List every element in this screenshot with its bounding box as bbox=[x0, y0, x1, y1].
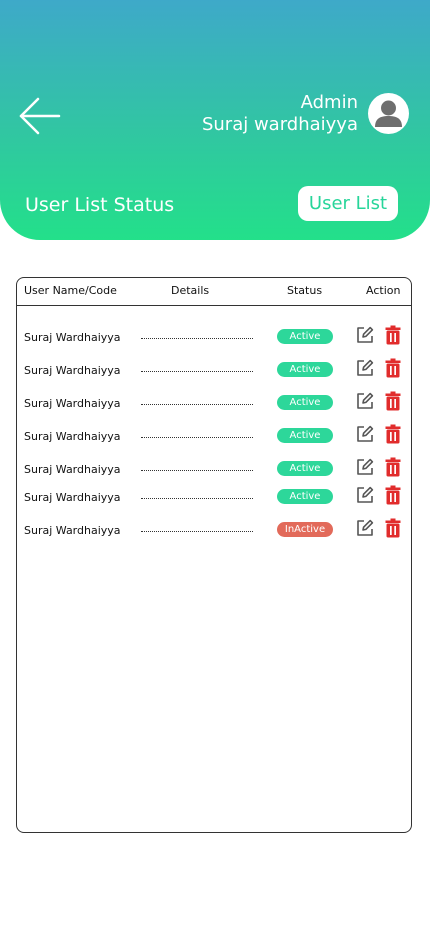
table-row: Suraj Wardhaiyya Active bbox=[17, 424, 411, 448]
user-name: Suraj Wardhaiyya bbox=[24, 331, 121, 344]
table-row: Suraj Wardhaiyya Active bbox=[17, 485, 411, 509]
status-badge: Active bbox=[277, 362, 333, 377]
details-placeholder bbox=[141, 498, 253, 499]
table-row: Suraj Wardhaiyya Active bbox=[17, 358, 411, 382]
edit-button[interactable] bbox=[355, 325, 375, 345]
delete-button[interactable] bbox=[385, 518, 401, 538]
header: Admin Suraj wardhaiyya User List Status … bbox=[0, 0, 430, 240]
page-title: User List Status bbox=[25, 194, 175, 216]
edit-pencil-icon bbox=[357, 392, 374, 409]
edit-pencil-icon bbox=[357, 425, 374, 442]
column-header-details: Details bbox=[171, 284, 210, 297]
edit-pencil-icon bbox=[357, 359, 374, 376]
column-header-action: Action bbox=[366, 284, 401, 297]
edit-button[interactable] bbox=[355, 424, 375, 444]
delete-button[interactable] bbox=[385, 325, 401, 345]
column-header-status: Status bbox=[287, 284, 323, 297]
status-badge: Active bbox=[277, 395, 333, 410]
user-name: Suraj Wardhaiyya bbox=[24, 463, 121, 476]
admin-info: Admin Suraj wardhaiyya bbox=[202, 92, 358, 136]
user-name: Suraj Wardhaiyya bbox=[24, 397, 121, 410]
status-badge: InActive bbox=[277, 522, 333, 537]
edit-button[interactable] bbox=[355, 391, 375, 411]
table-header: User Name/Code Details Status Action bbox=[17, 278, 411, 306]
details-placeholder bbox=[141, 470, 253, 471]
edit-pencil-icon bbox=[357, 458, 374, 475]
trash-icon bbox=[385, 424, 401, 444]
back-button[interactable] bbox=[18, 96, 62, 136]
edit-button[interactable] bbox=[355, 457, 375, 477]
table-row: Suraj Wardhaiyya InActive bbox=[17, 518, 411, 542]
table-row: Suraj Wardhaiyya Active bbox=[17, 391, 411, 415]
status-badge: Active bbox=[277, 329, 333, 344]
column-header-name: User Name/Code bbox=[24, 284, 117, 297]
details-placeholder bbox=[141, 437, 253, 438]
details-placeholder bbox=[141, 338, 253, 339]
status-badge: Active bbox=[277, 489, 333, 504]
edit-button[interactable] bbox=[355, 358, 375, 378]
status-badge: Active bbox=[277, 428, 333, 443]
status-badge: Active bbox=[277, 461, 333, 476]
user-avatar-icon bbox=[375, 100, 402, 127]
admin-role: Admin bbox=[300, 92, 358, 113]
user-table: User Name/Code Details Status Action Sur… bbox=[16, 277, 412, 833]
trash-icon bbox=[385, 391, 401, 411]
user-name: Suraj Wardhaiyya bbox=[24, 491, 121, 504]
delete-button[interactable] bbox=[385, 358, 401, 378]
table-row: Suraj Wardhaiyya Active bbox=[17, 457, 411, 481]
edit-pencil-icon bbox=[357, 486, 374, 503]
delete-button[interactable] bbox=[385, 485, 401, 505]
edit-pencil-icon bbox=[357, 519, 374, 536]
delete-button[interactable] bbox=[385, 424, 401, 444]
trash-icon bbox=[385, 325, 401, 345]
admin-name: Suraj wardhaiyya bbox=[201, 114, 358, 135]
edit-button[interactable] bbox=[355, 518, 375, 538]
delete-button[interactable] bbox=[385, 457, 401, 477]
avatar[interactable] bbox=[368, 93, 409, 134]
user-list-button[interactable]: User List bbox=[298, 186, 398, 221]
edit-pencil-icon bbox=[357, 326, 374, 343]
delete-button[interactable] bbox=[385, 391, 401, 411]
details-placeholder bbox=[141, 531, 253, 532]
user-name: Suraj Wardhaiyya bbox=[24, 430, 121, 443]
arrow-left-icon bbox=[19, 97, 61, 135]
user-name: Suraj Wardhaiyya bbox=[24, 364, 121, 377]
trash-icon bbox=[385, 457, 401, 477]
details-placeholder bbox=[141, 404, 253, 405]
trash-icon bbox=[385, 518, 401, 538]
user-name: Suraj Wardhaiyya bbox=[24, 524, 121, 537]
trash-icon bbox=[385, 358, 401, 378]
edit-button[interactable] bbox=[355, 485, 375, 505]
trash-icon bbox=[385, 485, 401, 505]
table-row: Suraj Wardhaiyya Active bbox=[17, 325, 411, 349]
details-placeholder bbox=[141, 371, 253, 372]
